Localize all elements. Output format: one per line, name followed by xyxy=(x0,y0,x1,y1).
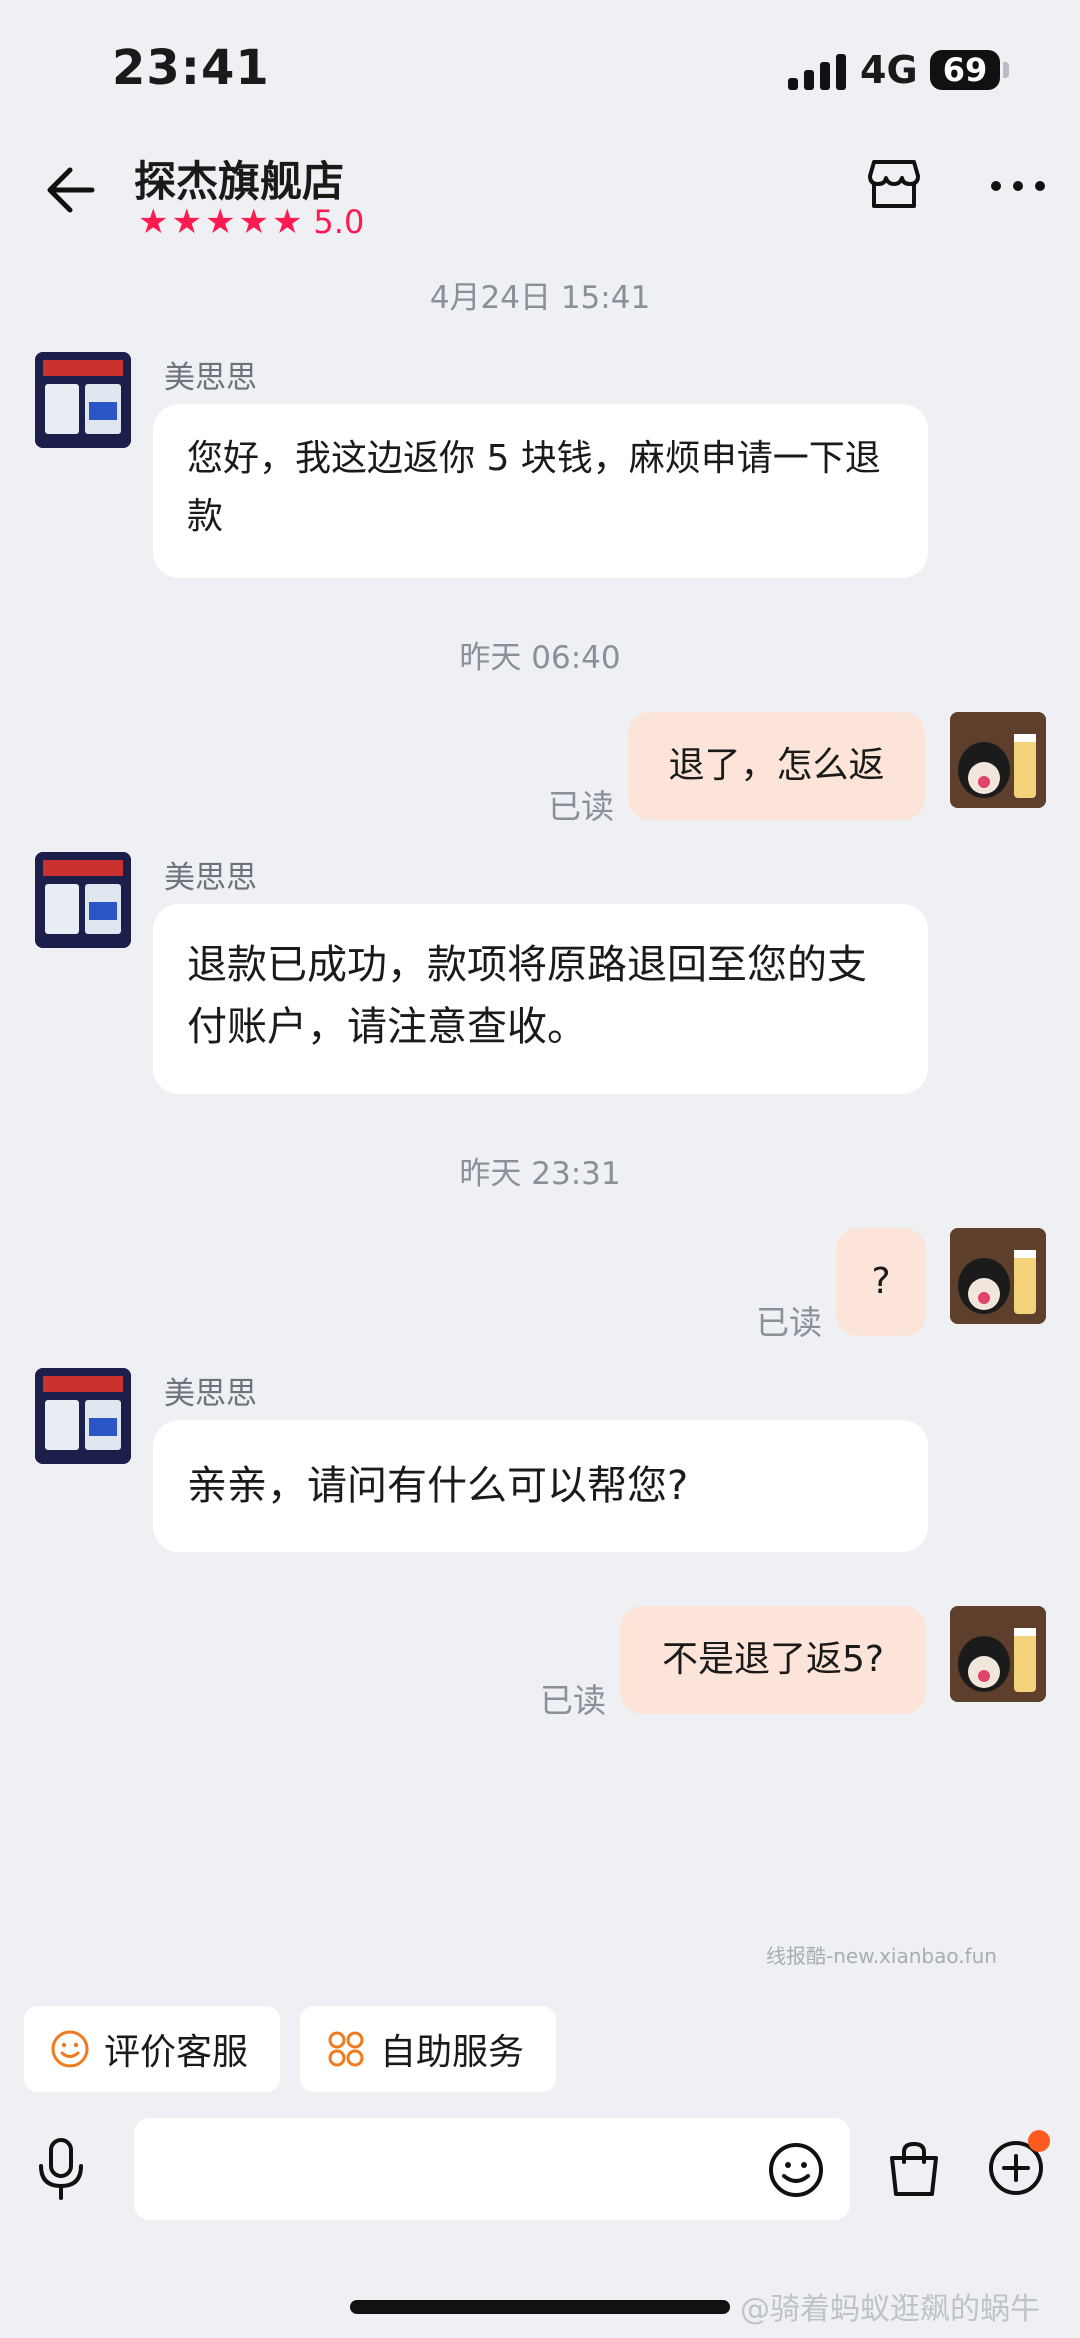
outgoing-message[interactable]: 不是退了返5? xyxy=(620,1606,926,1714)
shop-avatar[interactable] xyxy=(35,352,131,448)
incoming-message[interactable]: 您好，我这边返你 5 块钱，麻烦申请一下退款 xyxy=(153,404,928,578)
shopping-bag-icon[interactable] xyxy=(884,2138,944,2200)
user-avatar[interactable] xyxy=(950,1606,1046,1702)
rating-value: 5.0 xyxy=(313,203,365,241)
battery-icon: 69 xyxy=(930,50,1000,90)
star-icon: ★ xyxy=(138,202,169,242)
rate-service-button[interactable]: 评价客服 xyxy=(24,2006,280,2092)
read-status: 已读 xyxy=(756,1303,822,1342)
sender-name: 美思思 xyxy=(164,1376,257,1412)
notification-dot xyxy=(1028,2130,1050,2152)
timestamp: 4月24日 15:41 xyxy=(429,280,651,316)
read-status: 已读 xyxy=(548,787,614,826)
home-indicator xyxy=(350,2300,730,2314)
smile-icon xyxy=(51,2030,89,2068)
store-title[interactable]: 探杰旗舰店 xyxy=(134,148,344,209)
message-input[interactable] xyxy=(134,2118,850,2220)
outgoing-message[interactable]: 退了，怎么返 xyxy=(628,712,925,820)
read-status: 已读 xyxy=(540,1681,606,1720)
self-service-button[interactable]: 自助服务 xyxy=(300,2006,556,2092)
star-icon: ★ xyxy=(238,202,269,242)
sender-name: 美思思 xyxy=(164,860,257,896)
watermark: 线报酷-new.xianbao.fun xyxy=(766,1944,997,1968)
user-avatar[interactable] xyxy=(950,1228,1046,1324)
self-service-label: 自助服务 xyxy=(380,2032,525,2073)
grid-icon xyxy=(328,2031,364,2067)
outgoing-message[interactable]: ? xyxy=(836,1228,926,1336)
back-arrow-icon[interactable] xyxy=(40,160,100,220)
timestamp: 昨天 23:31 xyxy=(459,1156,621,1192)
timestamp: 昨天 06:40 xyxy=(459,640,621,676)
star-icon: ★ xyxy=(204,202,236,242)
shop-avatar[interactable] xyxy=(35,1368,131,1464)
microphone-icon[interactable] xyxy=(34,2136,88,2202)
more-icon[interactable] xyxy=(988,176,1048,196)
star-icon: ★ xyxy=(271,202,303,242)
footer-watermark: @骑着蚂蚁逛飙的蜗牛 xyxy=(740,2292,1040,2327)
star-icon: ★ xyxy=(171,202,202,242)
store-icon[interactable] xyxy=(866,156,922,212)
status-time: 23:41 xyxy=(112,40,270,96)
user-avatar[interactable] xyxy=(950,712,1046,808)
signal-icon xyxy=(788,52,848,90)
incoming-message[interactable]: 退款已成功，款项将原路退回至您的支付账户，请注意查收。 xyxy=(153,904,928,1094)
emoji-icon[interactable] xyxy=(766,2140,826,2200)
store-rating: ★ ★ ★ ★ ★ 5.0 xyxy=(138,204,364,240)
sender-name: 美思思 xyxy=(164,360,257,396)
shop-avatar[interactable] xyxy=(35,852,131,948)
battery-tip xyxy=(1003,62,1009,78)
network-type: 4G xyxy=(860,48,918,92)
incoming-message[interactable]: 亲亲，请问有什么可以帮您? xyxy=(153,1420,928,1552)
rate-service-label: 评价客服 xyxy=(104,2032,249,2073)
